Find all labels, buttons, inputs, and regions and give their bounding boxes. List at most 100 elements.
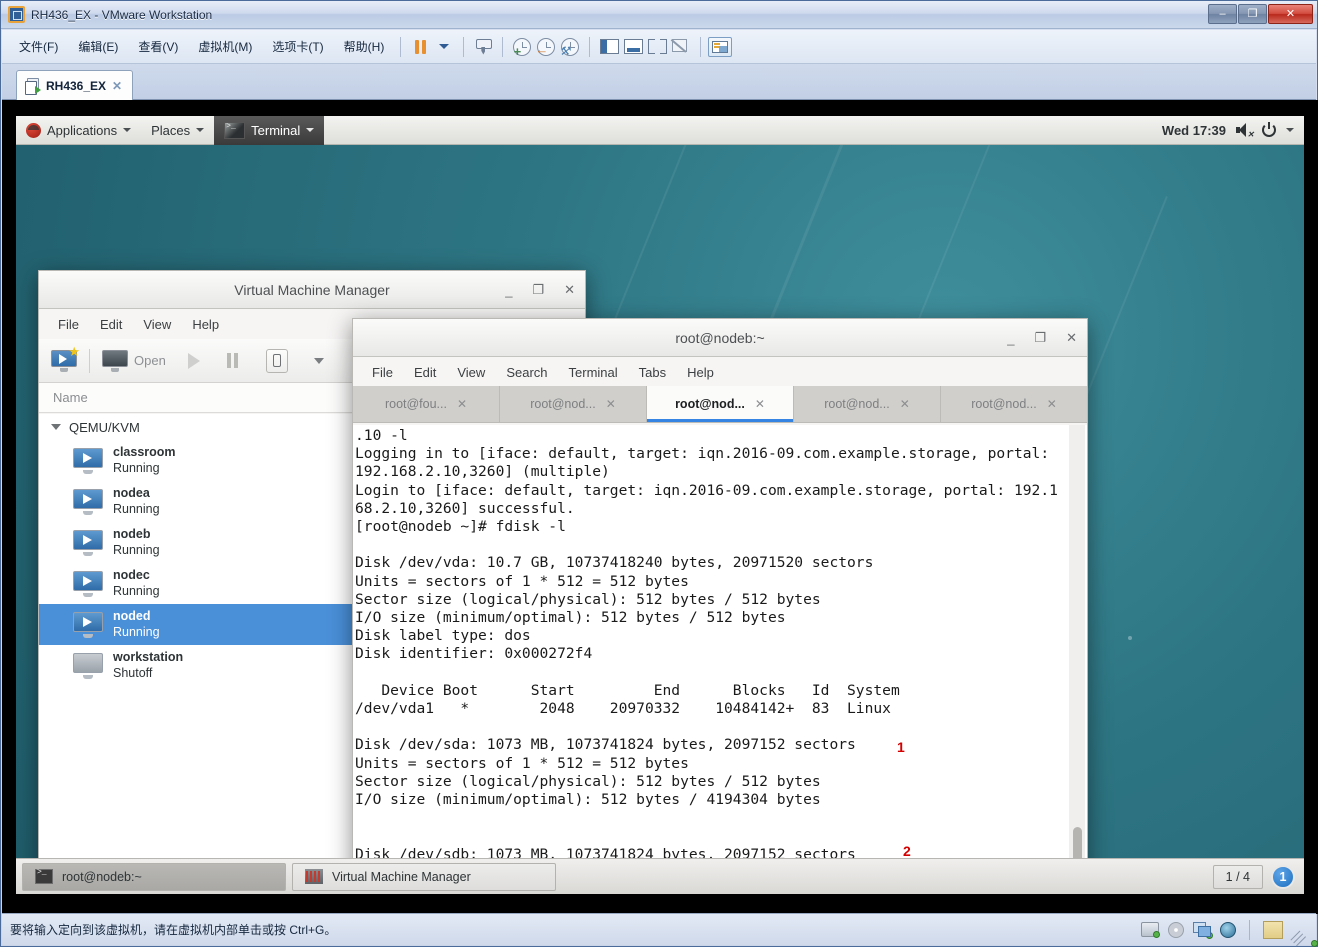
guest-desktop[interactable]: Applications Places Terminal Wed 17:39 ✕ — [16, 116, 1304, 894]
vmm-minimize-button[interactable]: _ — [505, 283, 512, 298]
taskbar-item-label: Virtual Machine Manager — [332, 870, 471, 884]
tab-close-icon[interactable]: ✕ — [606, 397, 616, 411]
vm-name: workstation — [113, 650, 183, 666]
terminal-minimize-button[interactable]: _ — [1007, 331, 1014, 346]
revert-snapshot-icon[interactable]: ← — [534, 35, 558, 59]
terminal-window-menu[interactable]: Terminal — [214, 116, 324, 145]
vmware-window-controls: – ❐ ✕ — [1208, 4, 1313, 24]
open-button-label[interactable]: Open — [134, 353, 166, 368]
workspace-switcher[interactable]: 1 / 4 — [1213, 865, 1263, 889]
terminal-tab-4[interactable]: root@nod... ✕ — [794, 386, 941, 422]
applications-menu[interactable]: Applications — [16, 116, 141, 145]
vmware-titlebar: RH436_EX - VMware Workstation – ❐ ✕ — [1, 1, 1317, 29]
vmm-menu-view[interactable]: View — [134, 314, 180, 335]
taskbar-item-label: root@nodeb:~ — [62, 870, 142, 884]
terminal-menu-file[interactable]: File — [363, 362, 402, 383]
terminal-tab-2[interactable]: root@nod... ✕ — [500, 386, 647, 422]
guest-screen[interactable]: Applications Places Terminal Wed 17:39 ✕ — [2, 100, 1318, 914]
status-icon-tray — [1141, 920, 1316, 940]
vmware-app-icon — [8, 6, 25, 23]
vm-name: classroom — [113, 445, 176, 461]
terminal-tab-5[interactable]: root@nod... ✕ — [941, 386, 1087, 422]
toolbar-divider — [400, 37, 401, 57]
gnome-bottom-taskbar: root@nodeb:~ Virtual Machine Manager 1 /… — [16, 858, 1304, 894]
vmware-menubar: 文件(F) 编辑(E) 查看(V) 虚拟机(M) 选项卡(T) 帮助(H) + … — [2, 30, 1316, 64]
terminal-menu-view[interactable]: View — [448, 362, 494, 383]
terminal-menu-help[interactable]: Help — [678, 362, 723, 383]
tab-label: root@nod... — [824, 397, 890, 411]
chevron-down-icon[interactable] — [51, 424, 61, 430]
menu-view[interactable]: 查看(V) — [129, 35, 187, 58]
vmm-maximize-button[interactable]: ❐ — [532, 282, 544, 298]
tab-close-icon[interactable]: ✕ — [1047, 397, 1057, 411]
take-snapshot-icon[interactable]: + — [510, 35, 534, 59]
vmm-close-button[interactable]: ✕ — [564, 282, 575, 298]
terminal-tab-3-active[interactable]: root@nod... ✕ — [647, 386, 794, 422]
chevron-down-icon[interactable] — [1286, 128, 1294, 132]
toolbar-divider — [463, 37, 464, 57]
sound-icon[interactable] — [1220, 922, 1236, 938]
new-vm-icon[interactable]: ★ — [51, 350, 77, 372]
terminal-scrollbar[interactable] — [1069, 425, 1085, 894]
vm-tab-close-icon[interactable]: ✕ — [112, 79, 122, 93]
manage-snapshots-icon[interactable]: ⚒ — [558, 35, 582, 59]
show-console-icon[interactable] — [621, 35, 645, 59]
annotation-2: 2 — [903, 843, 911, 859]
vm-name: nodeb — [113, 527, 160, 543]
open-vm-icon[interactable] — [102, 350, 128, 372]
chevron-down-icon[interactable] — [314, 358, 324, 364]
terminal-tab-1[interactable]: root@fou... ✕ — [353, 386, 500, 422]
menu-help[interactable]: 帮助(H) — [335, 35, 394, 58]
vm-tab-rh436ex[interactable]: RH436_EX ✕ — [16, 70, 133, 100]
resize-grip-icon[interactable] — [1292, 923, 1306, 937]
terminal-output-area[interactable]: .10 -l Logging in to [iface: default, ta… — [353, 425, 1087, 894]
show-sidebar-icon[interactable] — [597, 35, 621, 59]
tab-close-icon[interactable]: ✕ — [457, 397, 467, 411]
cdrom-icon[interactable] — [1168, 922, 1184, 938]
close-button[interactable]: ✕ — [1268, 4, 1313, 24]
vmware-workstation-window: RH436_EX - VMware Workstation – ❐ ✕ 文件(F… — [0, 0, 1318, 947]
desktop-decoration — [1128, 636, 1132, 640]
unity-mode-icon[interactable] — [669, 35, 693, 59]
vmm-menu-edit[interactable]: Edit — [91, 314, 131, 335]
fullscreen-icon[interactable] — [645, 35, 669, 59]
taskbar-item-vmm[interactable]: Virtual Machine Manager — [292, 863, 556, 891]
pause-icon[interactable] — [408, 35, 432, 59]
taskbar-item-terminal[interactable]: root@nodeb:~ — [22, 863, 286, 891]
menu-edit[interactable]: 编辑(E) — [69, 35, 127, 58]
maximize-button[interactable]: ❐ — [1238, 4, 1267, 24]
power-icon[interactable] — [1262, 123, 1276, 137]
volume-muted-icon[interactable]: ✕ — [1236, 123, 1252, 137]
terminal-menu-tabs[interactable]: Tabs — [630, 362, 675, 383]
tab-close-icon[interactable]: ✕ — [900, 397, 910, 411]
chevron-down-icon — [196, 128, 204, 132]
vmm-menu-file[interactable]: File — [49, 314, 88, 335]
terminal-maximize-button[interactable]: ❐ — [1034, 330, 1046, 346]
network-icon[interactable] — [1193, 922, 1211, 937]
snapshot-icon[interactable] — [471, 35, 495, 59]
tab-label: root@nod... — [971, 397, 1037, 411]
note-icon[interactable] — [1263, 921, 1283, 939]
chevron-down-icon[interactable] — [432, 35, 456, 59]
run-icon[interactable] — [188, 353, 200, 369]
harddisk-icon[interactable] — [1141, 922, 1159, 937]
preferences-icon[interactable] — [708, 35, 732, 59]
terminal-close-button[interactable]: ✕ — [1066, 330, 1077, 346]
places-menu[interactable]: Places — [141, 116, 214, 145]
panel-clock[interactable]: Wed 17:39 — [1162, 123, 1226, 138]
minimize-button[interactable]: – — [1208, 4, 1237, 24]
menu-vm[interactable]: 虚拟机(M) — [189, 35, 261, 58]
pause-icon[interactable] — [226, 353, 240, 368]
menu-file[interactable]: 文件(F) — [10, 35, 67, 58]
terminal-menu-search[interactable]: Search — [497, 362, 556, 383]
vm-name: nodea — [113, 486, 160, 502]
terminal-menu-terminal[interactable]: Terminal — [560, 362, 627, 383]
vmm-menu-help[interactable]: Help — [183, 314, 228, 335]
notification-badge[interactable]: 1 — [1271, 865, 1295, 889]
terminal-menu-edit[interactable]: Edit — [405, 362, 445, 383]
shutdown-icon[interactable] — [266, 349, 288, 373]
tab-close-icon[interactable]: ✕ — [755, 397, 765, 411]
terminal-window[interactable]: root@nodeb:~ _ ❐ ✕ File Edit View Search… — [352, 318, 1088, 894]
vm-shutoff-icon — [73, 653, 103, 679]
menu-tabs[interactable]: 选项卡(T) — [263, 35, 332, 58]
